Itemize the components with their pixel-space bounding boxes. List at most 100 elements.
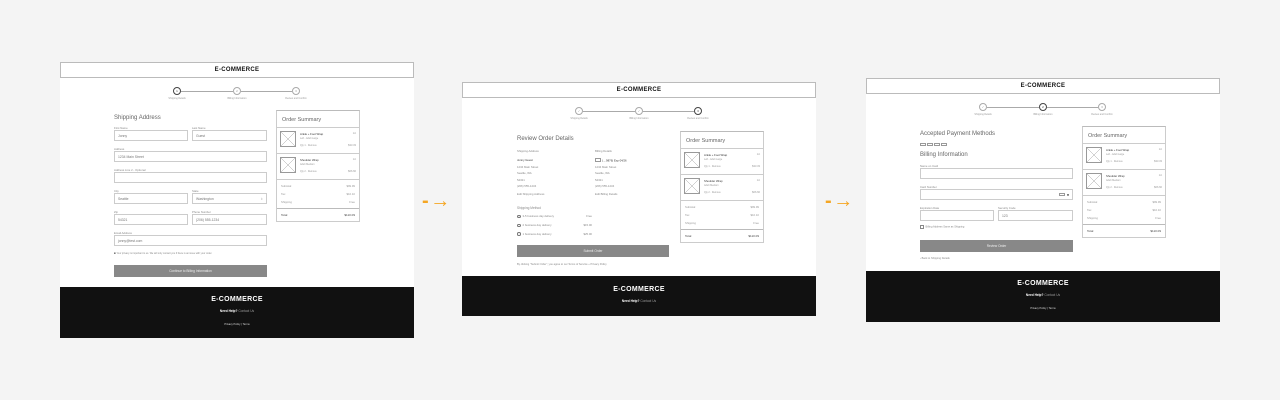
- header-logo: E-COMMERCE: [866, 78, 1220, 94]
- chevron-updown-icon: ⇕: [260, 196, 263, 201]
- remove-link[interactable]: Remove: [1114, 160, 1123, 163]
- step-billing[interactable]: 2 Billing Information: [207, 87, 267, 100]
- item-unit: 1ct: [352, 132, 356, 135]
- payment-methods-title: Accepted Payment Methods: [920, 131, 996, 137]
- same-as-shipping-checkbox[interactable]: Billing Address Same as Shipping: [920, 225, 964, 229]
- remove-link[interactable]: Remove: [1114, 186, 1123, 189]
- value: $10.10: [1152, 208, 1161, 212]
- radio-icon[interactable]: [517, 223, 521, 228]
- list-item: Ankle + Foot Wrap Left - Adult Large Qty 1…: [277, 128, 359, 154]
- shipping-row: Shipping Free: [1083, 214, 1165, 222]
- step-shipping[interactable]: 1 Shipping Details: [147, 87, 207, 100]
- total-row: Total $110.09: [1083, 224, 1165, 237]
- step-review[interactable]: 3 Review and Confirm: [266, 87, 326, 100]
- section-title: Review Order Details: [517, 136, 574, 142]
- expiration-input[interactable]: [920, 210, 994, 221]
- item-variant: Adult Medium: [300, 163, 315, 166]
- label: Shipping: [1087, 216, 1098, 220]
- phone-input[interactable]: (206) 555-1234: [192, 214, 267, 225]
- qty[interactable]: Qty 1: [1106, 160, 1112, 163]
- step-number: 3: [694, 107, 702, 115]
- name-on-card-input[interactable]: [920, 168, 1073, 179]
- ship-line: Seattle, WA: [517, 171, 532, 175]
- item-qty: Qty 2 · Remove: [704, 191, 721, 194]
- label: Total: [685, 234, 692, 238]
- list-item: Ankle + Foot Wrap Left - Adult Large Qty 1…: [681, 149, 763, 175]
- review-order-button[interactable]: Review Order: [920, 240, 1073, 252]
- qty[interactable]: Qty 2: [300, 170, 306, 173]
- option-price: $15.00: [583, 223, 592, 227]
- help-text: Need Help? Contact Us: [462, 299, 816, 303]
- terms-link[interactable]: Terms: [1049, 307, 1056, 310]
- subtotal-row: Subtotal $99.99: [1083, 198, 1165, 206]
- radio-selected-icon[interactable]: [517, 214, 521, 219]
- step-shipping[interactable]: ✓ Shipping Details: [549, 107, 609, 120]
- qty[interactable]: Qty 1: [704, 165, 710, 168]
- edit-shipping-link[interactable]: Edit Shipping Address: [517, 192, 544, 196]
- state-select[interactable]: Washington ⇕: [192, 193, 267, 204]
- back-link[interactable]: ‹ Back to Shipping Details: [920, 257, 950, 260]
- item-name: Ankle + Foot Wrap: [704, 153, 728, 157]
- contact-link[interactable]: Contact Us: [1044, 293, 1060, 297]
- card-number-input[interactable]: ■: [920, 189, 1073, 200]
- continue-button[interactable]: Continue to Billing Information: [114, 265, 267, 277]
- image-placeholder-icon: [280, 157, 296, 173]
- step-shipping[interactable]: ✓ Shipping Details: [953, 103, 1013, 116]
- remove-link[interactable]: Remove: [308, 170, 317, 173]
- contact-link[interactable]: Contact Us: [238, 309, 254, 313]
- security-code-input[interactable]: 123: [998, 210, 1073, 221]
- item-qty: Qty 2 · Remove: [1106, 186, 1123, 189]
- step-review[interactable]: 3 Review and Confirm: [1072, 103, 1132, 116]
- shipping-option[interactable]: 1 business day delivery $25.00: [517, 232, 592, 236]
- privacy-link[interactable]: Privacy Policy: [1030, 307, 1046, 310]
- remove-link[interactable]: Remove: [712, 191, 721, 194]
- qty[interactable]: Qty 2: [704, 191, 710, 194]
- shipping-option[interactable]: 3-5 business day delivery Free: [517, 214, 592, 219]
- item-unit: 1ct: [352, 158, 356, 161]
- check-icon: ✓: [635, 107, 643, 115]
- item-unit: 1ct: [1158, 148, 1162, 151]
- credit-card-icon: [920, 142, 926, 146]
- value: $10.10: [750, 213, 759, 217]
- item-price: $66.66: [348, 170, 356, 173]
- first-name-input[interactable]: Jonny: [114, 130, 188, 141]
- zip-input[interactable]: 54321: [114, 214, 188, 225]
- tax-row: Tax $10.10: [681, 211, 763, 219]
- contact-link[interactable]: Contact Us: [640, 299, 656, 303]
- ship-line: 1234 Main Street: [517, 164, 539, 169]
- privacy-link[interactable]: Privacy Policy: [224, 323, 240, 326]
- review-screen: E-COMMERCE ✓ Shipping Details ✓ Billing In…: [462, 82, 816, 316]
- address-input[interactable]: 1234 Main Street: [114, 151, 267, 162]
- value: $99.99: [346, 184, 355, 188]
- label: Subtotal: [281, 184, 292, 188]
- image-placeholder-icon: [684, 152, 700, 168]
- total-row: Total $110.09: [277, 208, 359, 221]
- terms-note: By clicking "Submit Order", you agree to…: [517, 263, 607, 266]
- remove-link[interactable]: Remove: [712, 165, 721, 168]
- item-name: Shoulder Wrap: [704, 179, 723, 183]
- ship-line: (206) 555-1234: [517, 184, 537, 188]
- option-label: 2 business day delivery: [522, 223, 552, 227]
- step-number: 3: [1098, 103, 1106, 111]
- qty[interactable]: Qty 1: [300, 144, 306, 147]
- email-input[interactable]: jonny@test.com: [114, 235, 267, 246]
- step-billing[interactable]: 2 Billing Information: [1013, 103, 1073, 116]
- qty[interactable]: Qty 2: [1106, 186, 1112, 189]
- step-review[interactable]: 3 Review and Confirm: [668, 107, 728, 120]
- last-name-input[interactable]: Guest: [192, 130, 267, 141]
- submit-order-button[interactable]: Submit Order: [517, 245, 669, 257]
- remove-link[interactable]: Remove: [308, 144, 317, 147]
- item-variant: Left - Adult Large: [704, 158, 723, 161]
- shipping-option[interactable]: 2 business day delivery $15.00: [517, 223, 592, 228]
- checkbox-icon[interactable]: [920, 225, 924, 229]
- address2-input[interactable]: [114, 172, 267, 183]
- item-name: Shoulder Wrap: [300, 158, 319, 162]
- step-number: 2: [1039, 103, 1047, 111]
- radio-icon[interactable]: [517, 232, 521, 236]
- city-input[interactable]: Seattle: [114, 193, 188, 204]
- edit-billing-link[interactable]: Edit Billing Details: [595, 192, 617, 196]
- shipping-method-heading: Shipping Method: [517, 206, 541, 210]
- step-billing[interactable]: ✓ Billing Information: [609, 107, 669, 120]
- help-text: Need Help? Contact Us: [866, 293, 1220, 297]
- terms-link[interactable]: Terms: [243, 323, 250, 326]
